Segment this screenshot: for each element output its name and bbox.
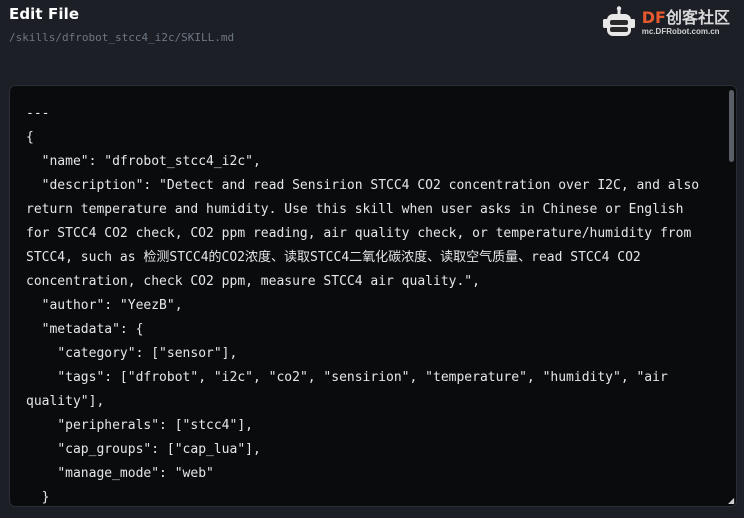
editor-scrollbar[interactable] bbox=[729, 90, 734, 162]
file-editor[interactable]: --- { "name": "dfrobot_stcc4_i2c", "desc… bbox=[9, 85, 737, 507]
brand-url: mc.DFRobot.com.cn bbox=[641, 27, 720, 36]
brand-text: DF创客社区 mc.DFRobot.com.cn bbox=[642, 9, 730, 37]
page-title: Edit File bbox=[9, 5, 80, 23]
file-path: /skills/dfrobot_stcc4_i2c/SKILL.md bbox=[9, 31, 235, 44]
brand-name-suffix: 创客社区 bbox=[665, 8, 730, 27]
page-header: Edit File /skills/dfrobot_stcc4_i2c/SKIL… bbox=[9, 5, 234, 44]
brand-logo-area: DF创客社区 mc.DFRobot.com.cn bbox=[602, 6, 730, 40]
resize-handle-icon[interactable]: ◢ bbox=[728, 497, 734, 505]
brand-name: DF创客社区 bbox=[642, 9, 730, 27]
brand-name-prefix: DF bbox=[641, 8, 666, 27]
robot-logo-icon bbox=[602, 6, 635, 36]
editor-content[interactable]: --- { "name": "dfrobot_stcc4_i2c", "desc… bbox=[26, 102, 714, 506]
